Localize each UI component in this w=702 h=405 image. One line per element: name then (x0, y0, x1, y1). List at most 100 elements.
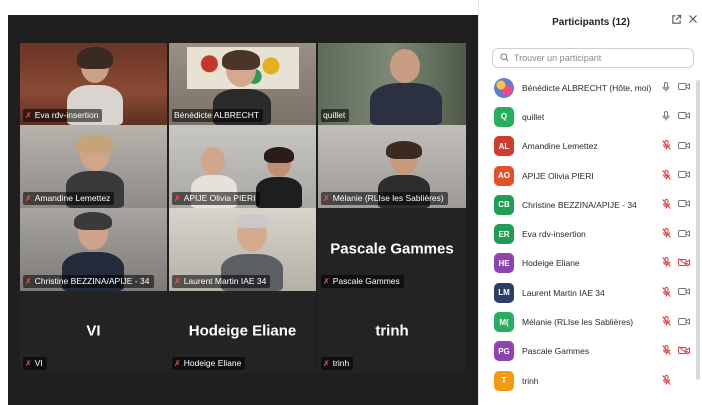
camera-icon[interactable] (678, 141, 690, 152)
avatar: LM (494, 282, 514, 303)
participant-name: Hodeige Eliane (522, 258, 580, 269)
video-tile-melanie[interactable]: ✗ Mélanie (RLIse les Sablières) (318, 125, 466, 208)
microphone-muted-icon: ✗ (323, 359, 330, 368)
camera-icon[interactable] (678, 317, 690, 328)
avatar: PG (494, 341, 514, 362)
microphone-muted-icon[interactable] (662, 257, 671, 269)
participant-name: Christine BEZZINA/APIJE - 34 (522, 199, 637, 210)
video-stage: ✗ Eva rdv-insertion Bénédicte ALBRECHT q… (0, 0, 478, 405)
microphone-muted-icon: ✗ (25, 194, 32, 203)
video-tile-amandine[interactable]: ✗ Amandine Lemettez (20, 125, 167, 208)
participant-list: Bénédicte ALBRECHT (Hôte, moi) Qquillet AL… (479, 73, 702, 395)
camera-off-icon[interactable] (678, 258, 690, 269)
participant-display-name: Pascale Gammes (330, 240, 454, 258)
video-tile-benedicte[interactable]: Bénédicte ALBRECHT (169, 43, 316, 125)
participant-name: Amandine Lemettez (522, 141, 598, 152)
video-gallery-grid: ✗ Eva rdv-insertion Bénédicte ALBRECHT q… (20, 43, 466, 375)
microphone-muted-icon[interactable] (662, 228, 671, 240)
video-tile-name-tag: quillet (321, 109, 350, 122)
participant-name: APIJE Olivia PIERI (522, 170, 594, 181)
microphone-muted-icon: ✗ (25, 111, 32, 120)
microphone-muted-icon: ✗ (174, 277, 181, 286)
camera-icon[interactable] (678, 229, 690, 240)
microphone-muted-icon[interactable] (662, 316, 671, 328)
microphone-muted-icon[interactable] (662, 345, 671, 357)
camera-off-icon[interactable] (678, 345, 690, 357)
microphone-muted-icon[interactable] (662, 286, 671, 299)
participant-name: Bénédicte ALBRECHT (Hôte, moi) (522, 82, 652, 93)
avatar: HE (494, 253, 514, 274)
participant-row[interactable]: AO APIJE Olivia PIERI (479, 161, 702, 190)
participant-list-scrollbar[interactable] (696, 80, 700, 380)
video-tile-vi[interactable]: VI ✗ VI (20, 291, 167, 373)
video-tile-name-tag: ✗ trinh (321, 357, 354, 370)
participant-display-name: Hodeige Eliane (188, 322, 297, 340)
participant-name: Mélanie (RLIse les Sablières) (522, 317, 634, 328)
participant-name: trinh (522, 375, 539, 386)
camera-icon[interactable] (678, 111, 690, 122)
participants-panel: Participants (12) Bénédicte ALBRECHT (Hô… (478, 0, 702, 405)
camera-icon[interactable] (678, 199, 690, 210)
video-tile-name-tag: ✗ Pascale Gammes (321, 275, 404, 288)
video-tile-christine[interactable]: ✗ Christine BEZZINA/APIJE - 34 (20, 208, 167, 291)
avatar: AL (494, 136, 514, 157)
avatar: AO (494, 165, 514, 186)
microphone-muted-icon: ✗ (25, 277, 32, 286)
participant-display-name: trinh (375, 322, 409, 340)
microphone-muted-icon: ✗ (174, 359, 181, 368)
avatar (494, 77, 514, 98)
video-tile-trinh[interactable]: trinh ✗ trinh (318, 291, 466, 373)
participant-row[interactable]: M( Mélanie (RLIse les Sablières) (479, 307, 702, 336)
video-tile-name-tag: ✗ VI (23, 357, 47, 370)
participant-row[interactable]: Bénédicte ALBRECHT (Hôte, moi) (479, 73, 702, 102)
participant-row[interactable]: HE Hodeige Eliane (479, 249, 702, 278)
participant-row[interactable]: AL Amandine Lemettez (479, 132, 702, 161)
video-tile-name-tag: ✗ Laurent Martin IAE 34 (172, 275, 271, 288)
participant-name: quillet (522, 111, 545, 122)
participant-row[interactable]: ER Eva rdv-insertion (479, 219, 702, 248)
close-icon[interactable] (686, 14, 700, 28)
microphone-muted-icon[interactable] (662, 169, 671, 182)
microphone-muted-icon: ✗ (323, 277, 330, 286)
microphone-muted-icon[interactable] (662, 140, 671, 152)
microphone-icon[interactable] (662, 110, 670, 123)
popout-icon[interactable] (669, 14, 683, 28)
search-icon (500, 49, 509, 67)
video-tile-name-tag: ✗ Hodeige Eliane (172, 357, 246, 370)
video-tile-eva[interactable]: ✗ Eva rdv-insertion (20, 43, 167, 125)
avatar: M( (494, 312, 514, 333)
participant-display-name: VI (86, 322, 101, 340)
video-tile-quillet-active-speaker[interactable]: quillet (318, 43, 466, 125)
participant-name: Laurent Martin IAE 34 (522, 287, 605, 298)
microphone-muted-icon[interactable] (662, 198, 671, 211)
video-tile-hodeige[interactable]: Hodeige Eliane ✗ Hodeige Eliane (169, 291, 316, 373)
participant-row[interactable]: CB Christine BEZZINA/APIJE - 34 (479, 190, 702, 219)
video-tile-name-tag: ✗ APIJE Olivia PIERI (172, 192, 260, 205)
participant-row[interactable]: LM Laurent Martin IAE 34 (479, 278, 702, 307)
avatar: T (494, 370, 514, 391)
participant-row[interactable]: Qquillet (479, 102, 702, 131)
microphone-muted-icon: ✗ (323, 194, 330, 203)
participant-row[interactable]: Ttrinh (479, 366, 702, 395)
video-tile-name-tag: ✗ Christine BEZZINA/APIJE - 34 (23, 275, 154, 288)
video-tile-name-tag: ✗ Eva rdv-insertion (23, 109, 103, 122)
video-tile-pascale[interactable]: Pascale Gammes ✗ Pascale Gammes (318, 208, 466, 291)
video-tile-name-tag: Bénédicte ALBRECHT (172, 109, 264, 122)
avatar: Q (494, 106, 514, 127)
video-tile-olivia[interactable]: ✗ APIJE Olivia PIERI (169, 125, 316, 208)
participant-search-input[interactable] (514, 53, 684, 63)
participant-search[interactable] (492, 48, 694, 68)
microphone-icon[interactable] (662, 81, 670, 94)
camera-icon[interactable] (678, 170, 690, 181)
participants-panel-header: Participants (12) (479, 0, 702, 44)
video-tile-name-tag: ✗ Amandine Lemettez (23, 192, 115, 205)
camera-icon[interactable] (678, 82, 690, 93)
microphone-muted-icon: ✗ (25, 359, 32, 368)
microphone-muted-icon[interactable] (662, 374, 671, 387)
participant-name: Pascale Gammes (522, 346, 590, 357)
participant-row[interactable]: PG Pascale Gammes (479, 337, 702, 366)
camera-icon[interactable] (678, 287, 690, 298)
video-tile-laurent[interactable]: ✗ Laurent Martin IAE 34 (169, 208, 316, 291)
participant-name: Eva rdv-insertion (522, 229, 586, 240)
avatar: ER (494, 224, 514, 245)
